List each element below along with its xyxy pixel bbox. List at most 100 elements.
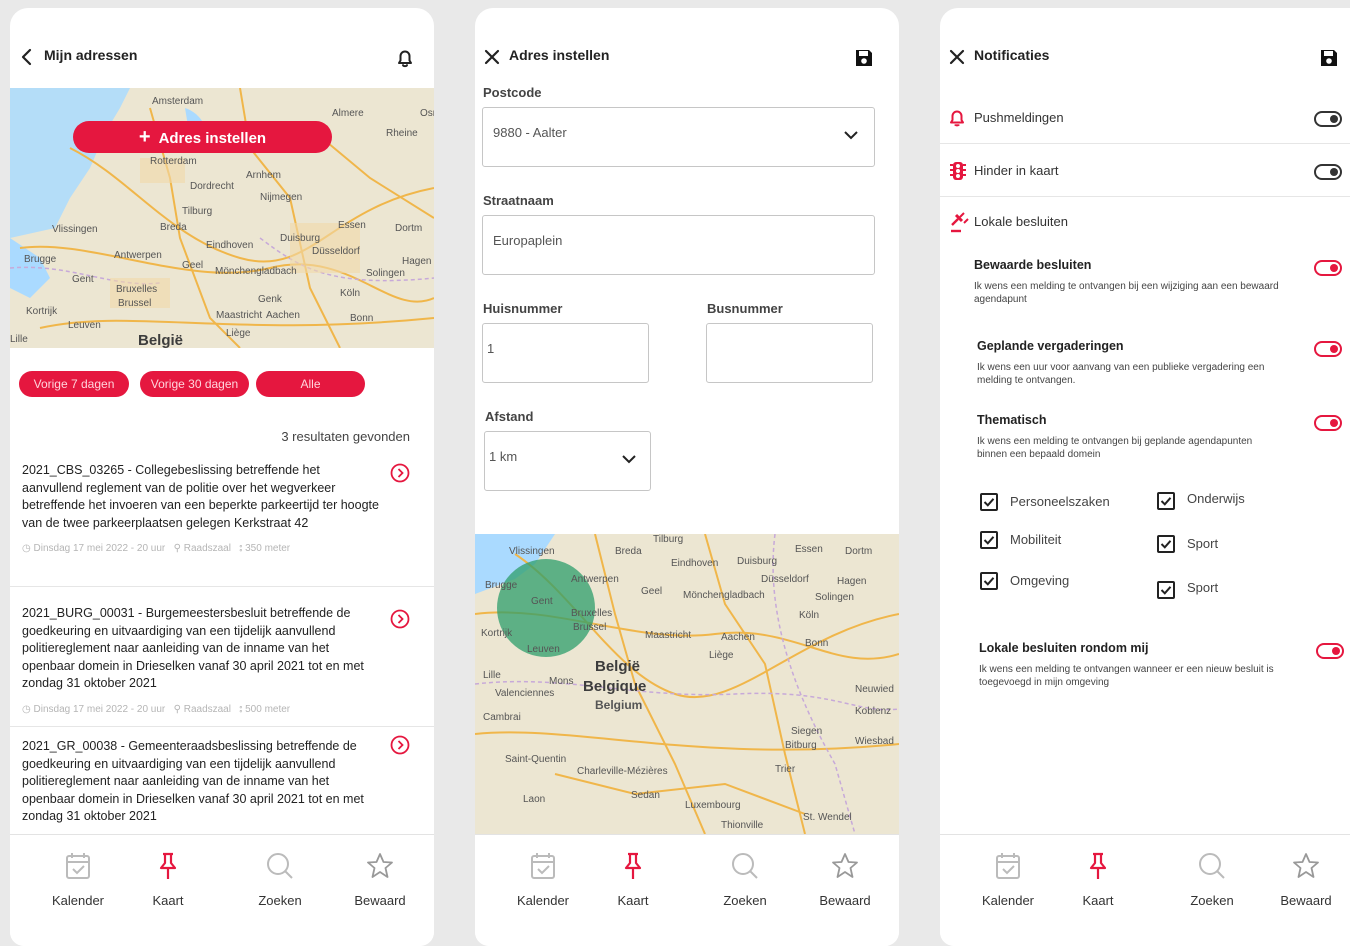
map-city-label: Antwerpen bbox=[114, 250, 162, 261]
nav-item-kaart[interactable]: Kaart bbox=[1058, 851, 1138, 908]
map-city-label: Arnhem bbox=[246, 170, 282, 181]
map-city-label: Köln bbox=[340, 288, 361, 299]
save-icon[interactable] bbox=[853, 47, 875, 69]
page-title: Notificaties bbox=[974, 47, 1050, 63]
nav-item-bewaard[interactable]: Bewaard bbox=[1266, 851, 1346, 908]
push-toggle[interactable] bbox=[1314, 111, 1342, 127]
bus-number-input[interactable] bbox=[706, 323, 873, 383]
map-city-label: Luxembourg bbox=[685, 800, 741, 811]
map-city-label: Trier bbox=[775, 764, 796, 775]
map-city-label: Brugge bbox=[485, 580, 518, 591]
subsetting-thematic: Thematisch Ik wens een melding te ontvan… bbox=[977, 413, 1253, 460]
map-country-label: België bbox=[595, 658, 641, 675]
toggle-knob bbox=[1332, 647, 1340, 655]
bottom-nav: Kalender Kaart Zoeken Bewaard bbox=[940, 834, 1350, 946]
map[interactable]: Vlissingen Breda Tilburg Eindhoven Duisburg E… bbox=[475, 534, 899, 834]
clock-icon: ◷ bbox=[22, 703, 31, 715]
postcode-select[interactable]: 9880 - Aalter bbox=[482, 107, 875, 167]
bell-icon[interactable] bbox=[394, 47, 416, 69]
close-icon[interactable] bbox=[946, 46, 968, 68]
chevron-right-circle-icon[interactable] bbox=[390, 609, 410, 629]
checkbox-checked-icon bbox=[1157, 581, 1175, 599]
nearby-decisions-toggle[interactable] bbox=[1316, 643, 1344, 659]
nav-item-zoeken[interactable]: Zoeken bbox=[705, 851, 785, 908]
map-city-label: Köln bbox=[799, 610, 820, 621]
map-city-label: Duisburg bbox=[280, 233, 321, 244]
nav-item-kalender[interactable]: Kalender bbox=[503, 851, 583, 908]
map-city-label: Solingen bbox=[366, 268, 405, 279]
subsetting-saved-decisions: Bewaarde besluiten Ik wens een melding t… bbox=[974, 258, 1279, 305]
nav-label: Kalender bbox=[981, 893, 1035, 908]
thematic-toggle[interactable] bbox=[1314, 415, 1342, 431]
result-item-3[interactable]: 2021_GR_00038 - Gemeenteraadsbeslissing … bbox=[22, 738, 377, 826]
nav-item-kalender[interactable]: Kalender bbox=[968, 851, 1048, 908]
map-city-label: Geel bbox=[182, 260, 204, 271]
result-title: 2021_BURG_00031 - Burgemeestersbesluit b… bbox=[22, 606, 364, 690]
map-city-label: Amsterdam bbox=[152, 96, 204, 107]
map-city-label: Vlissingen bbox=[52, 224, 98, 235]
chevron-left-icon[interactable] bbox=[16, 46, 38, 68]
traffic-light-icon bbox=[949, 161, 967, 181]
map-city-label: Almere bbox=[332, 108, 364, 119]
chevron-right-circle-icon[interactable] bbox=[390, 463, 410, 483]
map-city-label: Breda bbox=[615, 546, 642, 557]
close-icon[interactable] bbox=[481, 46, 503, 68]
map-city-label: Dortm bbox=[845, 546, 873, 557]
bell-icon bbox=[947, 108, 967, 128]
save-icon[interactable] bbox=[1318, 47, 1340, 69]
map-city-label: Genk bbox=[258, 294, 282, 305]
subsetting-planned-meetings: Geplande vergaderingen Ik wens een uur v… bbox=[977, 339, 1265, 386]
nav-item-kaart[interactable]: Kaart bbox=[128, 851, 208, 908]
checkbox-checked-icon bbox=[1157, 535, 1175, 553]
result-item-2[interactable]: 2021_BURG_00031 - Burgemeestersbesluit b… bbox=[22, 605, 377, 718]
filter-chip-all[interactable]: Alle bbox=[256, 371, 365, 397]
result-item-1[interactable]: 2021_CBS_03265 - Collegebeslissing betre… bbox=[22, 462, 382, 558]
map-city-label: Rotterdam bbox=[150, 156, 197, 167]
result-meta: ◷ Dinsdag 17 mei 2022 - 20 uur ⚲ Raadsza… bbox=[22, 543, 291, 554]
nav-item-bewaard[interactable]: Bewaard bbox=[805, 851, 885, 908]
setting-local-decisions[interactable]: Lokale besluiten bbox=[940, 198, 1350, 250]
search-icon bbox=[240, 851, 320, 881]
filter-chip-30-days[interactable]: Vorige 30 dagen bbox=[140, 371, 249, 397]
toggle-knob bbox=[1330, 345, 1338, 353]
map-city-label: Aachen bbox=[266, 310, 300, 321]
map-city-label: Liège bbox=[709, 650, 734, 661]
map-country-label: België bbox=[138, 332, 184, 348]
checkbox-checked-icon bbox=[980, 572, 998, 590]
map-city-label: Siegen bbox=[791, 726, 823, 737]
traffic-toggle[interactable] bbox=[1314, 164, 1342, 180]
map-city-label: Saint-Quentin bbox=[505, 754, 567, 765]
map-city-label: Essen bbox=[795, 544, 823, 555]
header: Mijn adressen bbox=[10, 42, 434, 72]
setting-traffic-map[interactable]: Hinder in kaart bbox=[940, 145, 1350, 197]
chevron-right-circle-icon[interactable] bbox=[390, 735, 410, 755]
distance-select[interactable]: 1 km bbox=[484, 431, 651, 491]
map-city-label: Düsseldorf bbox=[312, 246, 360, 257]
saved-decisions-toggle[interactable] bbox=[1314, 260, 1342, 276]
divider bbox=[10, 586, 434, 587]
add-address-button[interactable]: + Adres instellen bbox=[73, 121, 332, 153]
house-number-input[interactable]: 1 bbox=[482, 323, 649, 383]
pin-icon bbox=[128, 851, 208, 881]
map-city-label: Neuwied bbox=[855, 684, 894, 695]
nav-item-bewaard[interactable]: Bewaard bbox=[340, 851, 420, 908]
result-title: 2021_GR_00038 - Gemeenteraadsbeslissing … bbox=[22, 739, 364, 823]
toggle-knob bbox=[1330, 115, 1338, 123]
map-city-label: Osn bbox=[420, 108, 434, 119]
setting-push-notifications[interactable]: Pushmeldingen bbox=[940, 92, 1350, 144]
filter-chip-7-days[interactable]: Vorige 7 dagen bbox=[19, 371, 129, 397]
result-title: 2021_CBS_03265 - Collegebeslissing betre… bbox=[22, 463, 379, 530]
nav-item-kaart[interactable]: Kaart bbox=[593, 851, 673, 908]
map-city-label: Hagen bbox=[402, 256, 432, 267]
street-input[interactable]: Europaplein bbox=[482, 215, 875, 275]
nav-item-zoeken[interactable]: Zoeken bbox=[240, 851, 320, 908]
nav-item-zoeken[interactable]: Zoeken bbox=[1172, 851, 1252, 908]
map-city-label: Sedan bbox=[631, 790, 660, 801]
nav-item-kalender[interactable]: Kalender bbox=[38, 851, 118, 908]
map-city-label: Düsseldorf bbox=[761, 574, 809, 585]
map-city-label: Maastricht bbox=[216, 310, 263, 321]
nav-label: Bewaard bbox=[354, 893, 406, 908]
planned-meetings-toggle[interactable] bbox=[1314, 341, 1342, 357]
map-city-label: Brugge bbox=[24, 254, 57, 265]
pin-icon bbox=[593, 851, 673, 881]
